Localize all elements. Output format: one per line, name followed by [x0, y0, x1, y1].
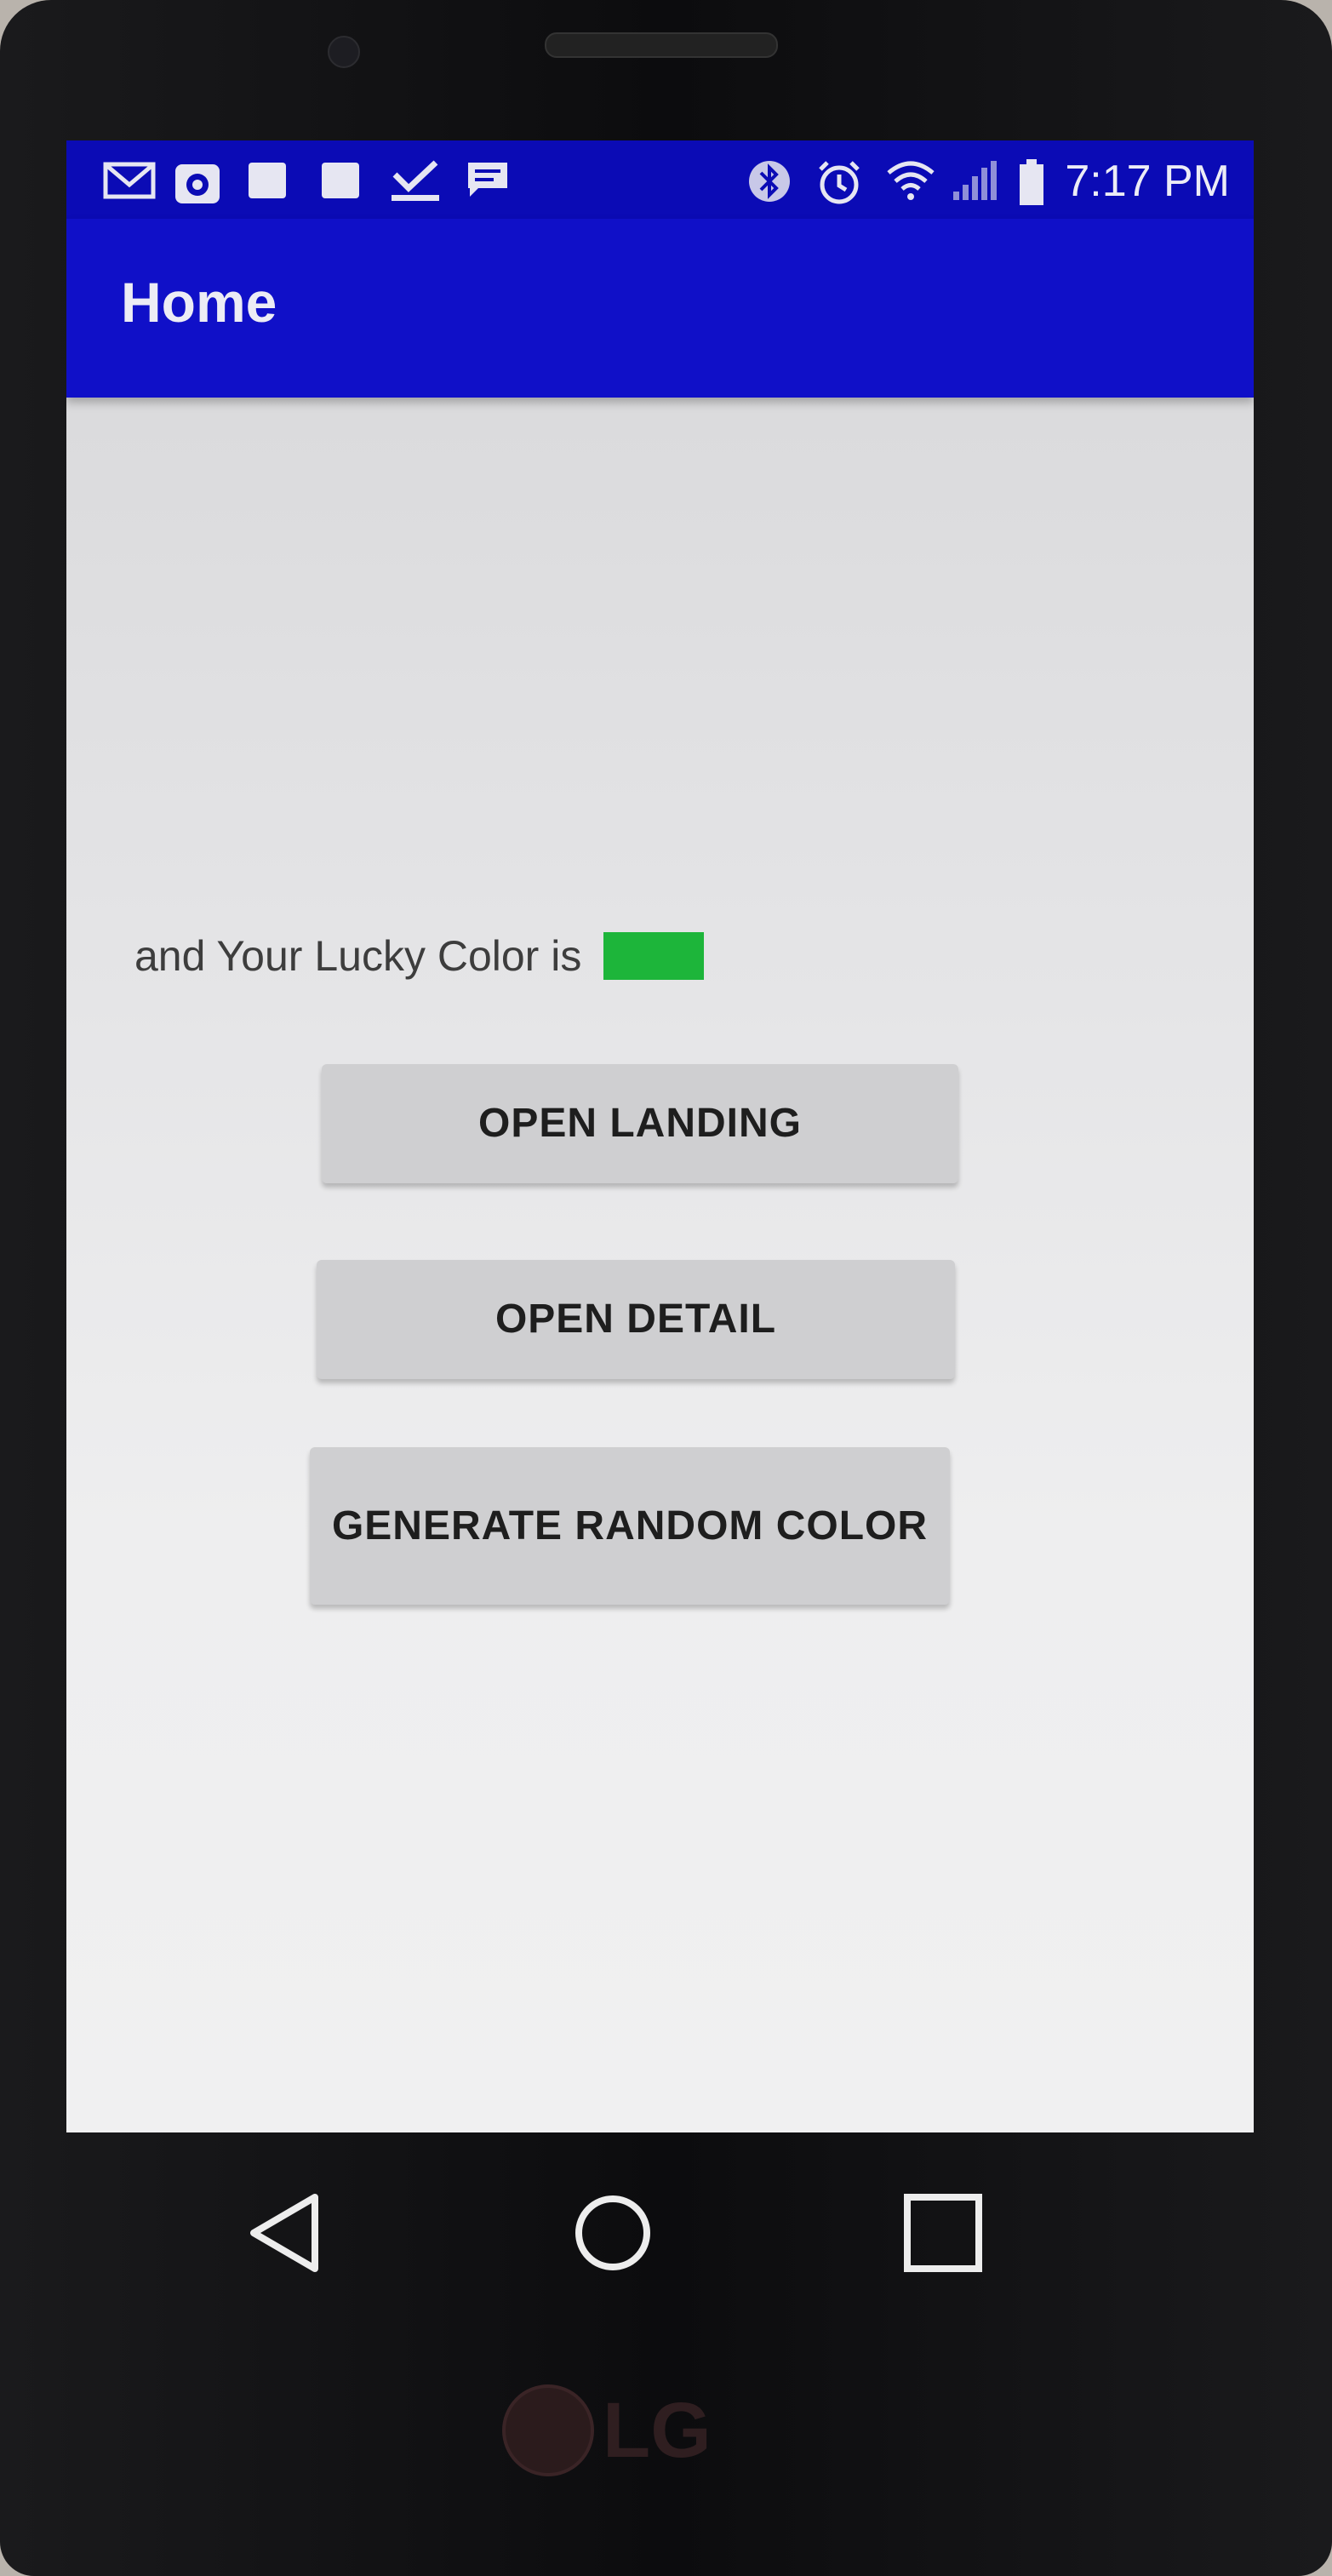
camera-app-icon	[172, 159, 223, 215]
bluetooth-icon	[747, 159, 792, 212]
download-done-icon	[390, 159, 441, 212]
navigation-bar	[0, 2132, 1332, 2345]
generate-random-color-button[interactable]: GENERATE RANDOM COLOR	[310, 1447, 950, 1605]
app-bar: Home	[66, 219, 1254, 398]
message-icon	[465, 159, 511, 209]
battery-icon	[1018, 159, 1045, 215]
back-icon[interactable]	[247, 2192, 323, 2278]
front-camera	[328, 36, 360, 68]
lg-logo-mark	[502, 2384, 594, 2476]
lg-logo: LG	[502, 2379, 723, 2482]
page-title: Home	[121, 271, 277, 334]
lucky-color-swatch	[603, 932, 705, 980]
gmail-icon	[102, 159, 157, 209]
open-landing-button[interactable]: OPEN LANDING	[322, 1064, 958, 1183]
wifi-icon	[885, 159, 936, 210]
lucky-color-label: and Your Lucky Color is	[134, 932, 582, 980]
lg-logo-text: LG	[603, 2386, 712, 2474]
signal-icon	[952, 159, 999, 210]
status-time: 7:17 PM	[1065, 157, 1230, 206]
notification-square-icon	[247, 159, 288, 209]
phone-device: 7:17 PM Home and Your Lucky Color is OPE…	[0, 0, 1332, 2576]
earpiece-speaker	[545, 32, 778, 58]
status-bar: 7:17 PM	[66, 140, 1254, 219]
notification-square-icon	[320, 159, 361, 209]
phone-screen: 7:17 PM Home and Your Lucky Color is OPE…	[66, 140, 1254, 2132]
open-detail-button[interactable]: OPEN DETAIL	[317, 1260, 955, 1379]
alarm-icon	[815, 159, 863, 215]
recents-icon[interactable]	[902, 2192, 984, 2278]
lucky-color-row: and Your Lucky Color is	[134, 922, 705, 990]
home-icon[interactable]	[572, 2192, 654, 2278]
